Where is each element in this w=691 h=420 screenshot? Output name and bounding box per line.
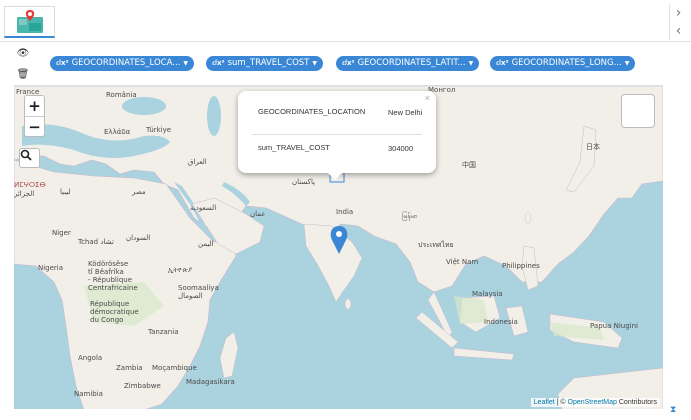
popup-divider (252, 134, 422, 135)
popup-key: GEOCORDINATES_LOCATION (258, 107, 366, 116)
map-label: Tanzania (148, 328, 179, 336)
field-pill-label: GEOCORDINATES_LONG... (511, 58, 622, 68)
map-label: မြန်မာ (402, 212, 418, 220)
map-label: پاکستان (292, 178, 316, 186)
marker-popup: × GEOCORDINATES_LOCATION New Delhi sum_T… (238, 91, 436, 173)
previous-arrow-icon[interactable]: ‹ (676, 24, 682, 38)
map-visualization-tab[interactable] (4, 6, 55, 38)
map-label: اليمن (198, 240, 214, 248)
map-widget: › ‹ 👁 🗑 ⅆx² GEOCORDINATES_LOCA... ▼ ⅆx² … (0, 0, 691, 420)
attribution-contributors: Contributors (616, 399, 657, 406)
popup-close-button[interactable]: × (425, 93, 430, 103)
map-label: Moçambique (152, 364, 197, 372)
map-label: Indonesia (484, 318, 518, 326)
popup-value: New Delhi (388, 108, 423, 117)
map-visualization-icon (16, 9, 43, 33)
map-label: République démocratique du Congo (90, 300, 139, 324)
map-label: Angola (78, 354, 103, 362)
map-label: Zimbabwe (124, 382, 161, 390)
next-arrow-icon[interactable]: › (676, 6, 682, 20)
popup-value: 304000 (388, 144, 414, 153)
map-label: Việt Nam (446, 258, 479, 266)
caret-down-icon[interactable]: ▼ (312, 56, 317, 71)
map-label: Niger (52, 229, 71, 237)
map-label: عمان (250, 210, 266, 218)
map-label: Nigeria (38, 264, 64, 272)
map-label: السودان (126, 234, 151, 242)
map-canvas[interactable]: France România Ελλάδα Türkiye Монгол الع… (14, 85, 663, 409)
map-label: ประเทศไทย (418, 241, 454, 249)
map-label: Namibia (74, 390, 103, 398)
map-label: ⵍⵎⵖⵔⵉⴱ (14, 181, 46, 189)
map-label: 日本 (586, 143, 600, 151)
map-label: Tchad تشاد (78, 238, 114, 246)
field-pill-travel-cost[interactable]: ⅆx² sum_TRAVEL_COST ▼ (206, 56, 323, 71)
measure-icon: ⅆx² (342, 59, 355, 67)
map-label: Papua Niugini (590, 322, 638, 330)
map-label: ليبيا (60, 188, 71, 196)
panel-navigation: › ‹ (669, 4, 687, 40)
field-pill-label: GEOCORDINATES_LOCA... (71, 58, 181, 68)
trash-icon[interactable]: 🗑 (17, 69, 30, 80)
measure-icon: ⅆx² (496, 59, 509, 67)
measure-icon: ⅆx² (212, 59, 225, 67)
field-pill-label: GEOCORDINATES_LATIT... (357, 58, 466, 68)
field-pill-longitude[interactable]: ⅆx² GEOCORDINATES_LONG... ▼ (490, 56, 636, 71)
map-label: Ελλάδα (104, 128, 131, 136)
map-label: مصر (132, 188, 146, 196)
map-label: Zambia (116, 364, 143, 372)
field-pill-latitude[interactable]: ⅆx² GEOCORDINATES_LATIT... ▼ (336, 56, 480, 71)
field-pill-label: sum_TRAVEL_COST (227, 58, 310, 68)
map-label: India (336, 208, 354, 216)
map-label: Soomaaliya الصومال (178, 284, 219, 300)
map-label: Philippines (502, 262, 540, 270)
map-attribution: Leaflet | © OpenStreetMap Contributors (530, 398, 660, 407)
map-label: Malaysia (472, 290, 503, 298)
side-tools: 👁 🗑 (14, 43, 32, 85)
map-label: ኢትዮጵያ (168, 266, 193, 274)
caret-down-icon[interactable]: ▼ (625, 56, 630, 71)
layer-control-button[interactable] (621, 94, 655, 128)
map-label: Türkiye (146, 126, 172, 134)
map-label: Madagasikara (186, 378, 235, 386)
resize-handle-icon[interactable]: ⧗ (670, 404, 676, 415)
caret-down-icon[interactable]: ▼ (469, 56, 474, 71)
map-label: 中国 (462, 161, 476, 169)
visualization-toolbar: › ‹ (0, 0, 691, 42)
zoom-in-button[interactable]: + (25, 96, 44, 116)
popup-tip (327, 172, 343, 180)
map-label: România (106, 91, 137, 99)
field-pill-location[interactable]: ⅆx² GEOCORDINATES_LOCA... ▼ (50, 56, 195, 71)
map-label: العراق (188, 158, 207, 166)
zoom-out-button[interactable]: − (25, 116, 44, 136)
map-label: Ködörösêse tî Bêafrîka - République Cent… (88, 260, 138, 292)
eye-icon[interactable]: 👁 (17, 48, 30, 59)
map-label: السعودية (190, 204, 217, 212)
measure-icon: ⅆx² (56, 59, 69, 67)
popup-key: sum_TRAVEL_COST (258, 143, 330, 152)
attribution-separator: | © (554, 399, 568, 406)
map-search-button[interactable] (19, 148, 40, 168)
search-icon (20, 149, 32, 161)
openstreetmap-link[interactable]: OpenStreetMap (568, 399, 617, 406)
leaflet-link[interactable]: Leaflet (534, 399, 555, 406)
caret-down-icon[interactable]: ▼ (183, 56, 188, 71)
map-label: الجزائر (14, 190, 35, 198)
zoom-control: + − (24, 95, 45, 137)
